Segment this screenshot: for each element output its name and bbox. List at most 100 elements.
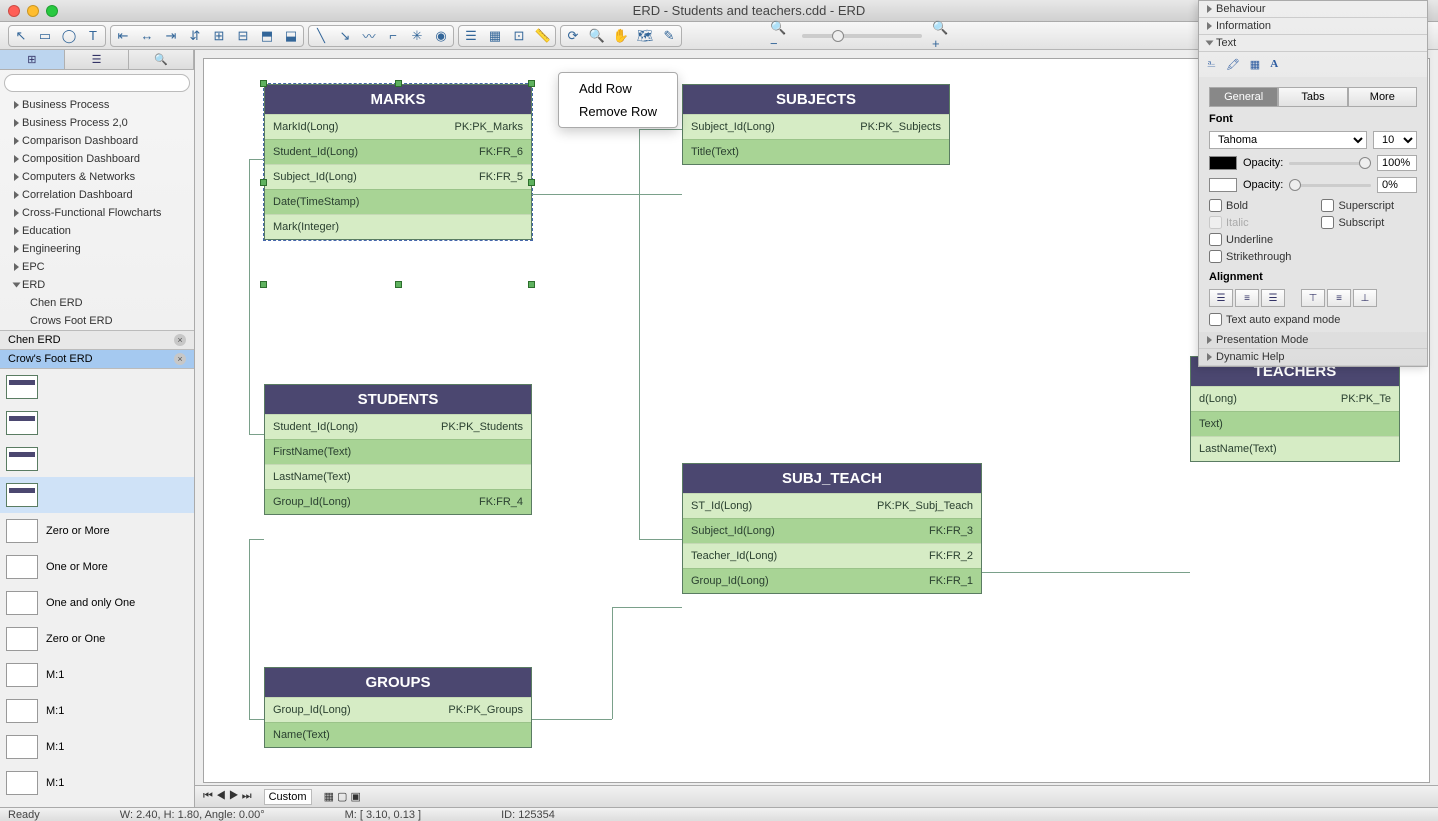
entity-header[interactable]: MARKS <box>265 85 531 114</box>
close-window[interactable] <box>8 5 20 17</box>
entity-row[interactable]: LastName(Text) <box>1191 436 1399 461</box>
shape-item[interactable]: M:1 <box>0 693 194 729</box>
tree-item[interactable]: Business Process <box>0 96 194 114</box>
check-underline[interactable]: Underline <box>1209 233 1291 246</box>
pencil-icon[interactable]: ✎ <box>658 27 680 45</box>
shape-item[interactable]: Entity <box>0 441 194 477</box>
grid-icon[interactable]: ▦ <box>484 27 506 45</box>
junction-icon[interactable]: ✳ <box>406 27 428 45</box>
shape-item[interactable]: Entity <box>0 369 194 405</box>
navigator-icon[interactable]: 🗺 <box>634 27 656 45</box>
shape-item[interactable]: One or More <box>0 549 194 585</box>
entity-row[interactable]: Text) <box>1191 411 1399 436</box>
tree-child[interactable]: Crows Foot ERD <box>0 312 194 330</box>
back-icon[interactable]: ⬓ <box>280 27 302 45</box>
entity-row[interactable]: Date(TimeStamp) <box>265 189 531 214</box>
fill-opacity-slider[interactable] <box>1289 162 1371 165</box>
fill-icon[interactable]: ▦ <box>1250 58 1260 71</box>
entity-row[interactable]: Group_Id(Long)FK:FR_4 <box>265 489 531 514</box>
entity-header[interactable]: SUBJ_TEACH <box>683 464 981 493</box>
library-tree[interactable]: Business ProcessBusiness Process 2,0Comp… <box>0 96 194 294</box>
entity-row[interactable]: Subject_Id(Long)PK:PK_Subjects <box>683 114 949 139</box>
align-right-btn[interactable]: ☰ <box>1261 289 1285 307</box>
check-italic[interactable]: Italic <box>1209 216 1291 229</box>
ruler-icon[interactable]: 📏 <box>532 27 554 45</box>
entity-row[interactable]: Group_Id(Long)FK:FR_1 <box>683 568 981 593</box>
check-strike[interactable]: Strikethrough <box>1209 250 1291 263</box>
tree-item[interactable]: Correlation Dashboard <box>0 186 194 204</box>
sidebar-open-tab[interactable]: Crow's Foot ERD× <box>0 349 194 368</box>
font-size-select[interactable]: 10 <box>1373 131 1417 149</box>
zoom-tool-icon[interactable]: 🔍 <box>586 27 608 45</box>
arrow-tool-icon[interactable]: ↘ <box>334 27 356 45</box>
inspector-section-presentation[interactable]: Presentation Mode <box>1199 332 1427 349</box>
ungroup-icon[interactable]: ⊟ <box>232 27 254 45</box>
sidebar-tab-tree[interactable]: ⊞ <box>0 50 65 69</box>
sidebar-open-tab[interactable]: Chen ERD× <box>0 330 194 349</box>
inspector-section-information[interactable]: Information <box>1199 18 1427 35</box>
entity-row[interactable]: Subject_Id(Long)FK:FR_5 <box>265 164 531 189</box>
layers-icon[interactable]: ☰ <box>460 27 482 45</box>
pager-icon[interactable]: ⏮ ◀ ▶ ⏭ <box>203 790 252 803</box>
menu-remove-row[interactable]: Remove Row <box>559 100 677 123</box>
shape-item[interactable]: Entity <box>0 477 194 513</box>
tree-item[interactable]: Education <box>0 222 194 240</box>
fill-opacity-input[interactable] <box>1377 155 1417 171</box>
line-tool-icon[interactable]: ╲ <box>310 27 332 45</box>
inspector-section-help[interactable]: Dynamic Help <box>1199 349 1427 366</box>
check-superscript[interactable]: Superscript <box>1321 199 1394 212</box>
tree-child[interactable]: Chen ERD <box>0 294 194 312</box>
entity-row[interactable]: Teacher_Id(Long)FK:FR_2 <box>683 543 981 568</box>
inspector-tab-general[interactable]: General <box>1209 87 1278 107</box>
font-icon[interactable]: A <box>1270 58 1278 71</box>
entity-subj-teach[interactable]: SUBJ_TEACH ST_Id(Long)PK:PK_Subj_TeachSu… <box>682 463 982 594</box>
curve-tool-icon[interactable]: 〰 <box>358 27 380 45</box>
align-left-btn[interactable]: ☰ <box>1209 289 1233 307</box>
text-color-icon[interactable]: 🖍 <box>1226 58 1240 71</box>
valign-top-btn[interactable]: ⊤ <box>1301 289 1325 307</box>
text-tool-icon[interactable]: T <box>82 27 104 45</box>
check-bold[interactable]: Bold <box>1209 199 1291 212</box>
shape-item[interactable]: Zero or One <box>0 621 194 657</box>
underline-icon[interactable]: ⎁ <box>1207 58 1216 71</box>
inspector-section-text[interactable]: Text <box>1199 35 1427 52</box>
sidebar-tab-list[interactable]: ☰ <box>65 50 130 69</box>
entity-row[interactable]: FirstName(Text) <box>265 439 531 464</box>
zoom-out-icon[interactable]: 🔍− <box>770 27 792 45</box>
close-icon[interactable]: × <box>174 334 186 346</box>
valign-bot-btn[interactable]: ⊥ <box>1353 289 1377 307</box>
snap-icon[interactable]: ⊡ <box>508 27 530 45</box>
menu-add-row[interactable]: Add Row <box>559 77 677 100</box>
group-icon[interactable]: ⊞ <box>208 27 230 45</box>
entity-row[interactable]: d(Long)PK:PK_Te <box>1191 386 1399 411</box>
entity-row[interactable]: Subject_Id(Long)FK:FR_3 <box>683 518 981 543</box>
entity-row[interactable]: LastName(Text) <box>265 464 531 489</box>
sidebar-tab-search[interactable]: 🔍 <box>129 50 194 69</box>
font-family-select[interactable]: Tahoma <box>1209 131 1367 149</box>
align-center-icon[interactable]: ↔ <box>136 27 158 45</box>
port-icon[interactable]: ◉ <box>430 27 452 45</box>
entity-header[interactable]: SUBJECTS <box>683 85 949 114</box>
shape-item[interactable]: M:1 <box>0 765 194 801</box>
select-tool-icon[interactable]: ↖ <box>10 27 32 45</box>
shape-item[interactable]: M:1 <box>0 657 194 693</box>
distribute-icon[interactable]: ⇵ <box>184 27 206 45</box>
entity-groups[interactable]: GROUPS Group_Id(Long)PK:PK_GroupsName(Te… <box>264 667 532 748</box>
shape-item[interactable]: Entity <box>0 405 194 441</box>
sidebar-search-input[interactable] <box>4 74 190 92</box>
tree-item[interactable]: Business Process 2,0 <box>0 114 194 132</box>
shape-item[interactable]: M:1 <box>0 729 194 765</box>
shape-item[interactable]: One and only One <box>0 585 194 621</box>
maximize-window[interactable] <box>46 5 58 17</box>
zoom-slider[interactable] <box>802 34 922 38</box>
tree-item[interactable]: Engineering <box>0 240 194 258</box>
shape-palette[interactable]: EntityEntityEntityEntityZero or MoreOne … <box>0 368 194 807</box>
align-center-btn[interactable]: ≡ <box>1235 289 1259 307</box>
entity-subjects[interactable]: SUBJECTS Subject_Id(Long)PK:PK_SubjectsT… <box>682 84 950 165</box>
box-tool-icon[interactable]: ▭ <box>34 27 56 45</box>
line-opacity-slider[interactable] <box>1289 184 1371 187</box>
inspector-tab-tabs[interactable]: Tabs <box>1278 87 1347 107</box>
valign-mid-btn[interactable]: ≡ <box>1327 289 1351 307</box>
shape-item[interactable]: Zero or More <box>0 513 194 549</box>
ellipse-tool-icon[interactable]: ◯ <box>58 27 80 45</box>
